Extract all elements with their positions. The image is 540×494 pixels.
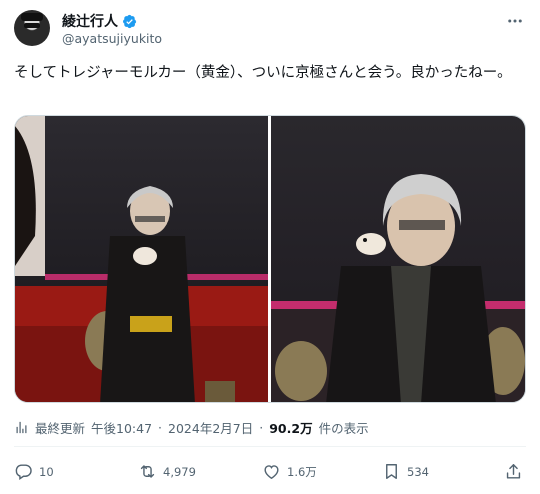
author-handle[interactable]: @ayatsujiyukito: [62, 31, 162, 46]
photo-1-illustration: [15, 116, 268, 402]
tweet-text: そしてトレジャーモルカー（黄金）、ついに京極さんと会う。良かったねー。: [14, 65, 512, 81]
action-bar: 10 4,979 1.6万 534: [14, 462, 526, 484]
author-name-row: 綾辻行人: [62, 11, 137, 31]
media-grid: [14, 115, 526, 403]
views-count: 90.2万: [269, 421, 313, 436]
like-button[interactable]: 1.6万: [262, 462, 317, 481]
share-icon: [506, 464, 521, 479]
reply-icon: [15, 464, 32, 480]
repost-button[interactable]: 4,979: [138, 462, 196, 481]
tweet-date[interactable]: 2024年2月7日: [168, 418, 253, 437]
share-button[interactable]: [504, 462, 523, 481]
avatar-hat: [21, 13, 43, 21]
avatar-glasses: [24, 23, 40, 28]
avatar[interactable]: [14, 10, 50, 46]
analytics-icon: [16, 421, 27, 434]
more-icon: [508, 19, 522, 23]
more-options-button[interactable]: [504, 10, 526, 32]
divider: [14, 446, 526, 447]
tweet-stats: 最終更新 午後10:47 · 2024年2月7日 · 90.2万 件の表示: [14, 418, 526, 437]
reply-count: 10: [39, 464, 54, 479]
verified-badge-icon: [123, 14, 137, 28]
photo-2[interactable]: [271, 116, 525, 402]
reply-button[interactable]: 10: [14, 462, 54, 481]
tweet-time[interactable]: 午後10:47: [91, 418, 152, 437]
heart-icon: [264, 465, 279, 480]
meta-separator: ·: [158, 420, 163, 435]
repost-count: 4,979: [163, 464, 196, 479]
views-label: 件の表示: [318, 421, 369, 436]
bookmark-count: 534: [407, 464, 429, 479]
photo-1[interactable]: [15, 116, 268, 402]
last-updated-label: 最終更新: [35, 421, 86, 436]
meta-separator-2: ·: [259, 420, 264, 435]
bookmark-button[interactable]: 534: [382, 462, 429, 481]
bookmark-icon: [386, 464, 397, 479]
tweet-header: 綾辻行人 @ayatsujiyukito: [14, 10, 526, 50]
photo-2-illustration: [271, 174, 525, 402]
like-count: 1.6万: [287, 464, 317, 479]
author-display-name[interactable]: 綾辻行人: [62, 11, 118, 31]
repost-icon: [140, 465, 155, 478]
